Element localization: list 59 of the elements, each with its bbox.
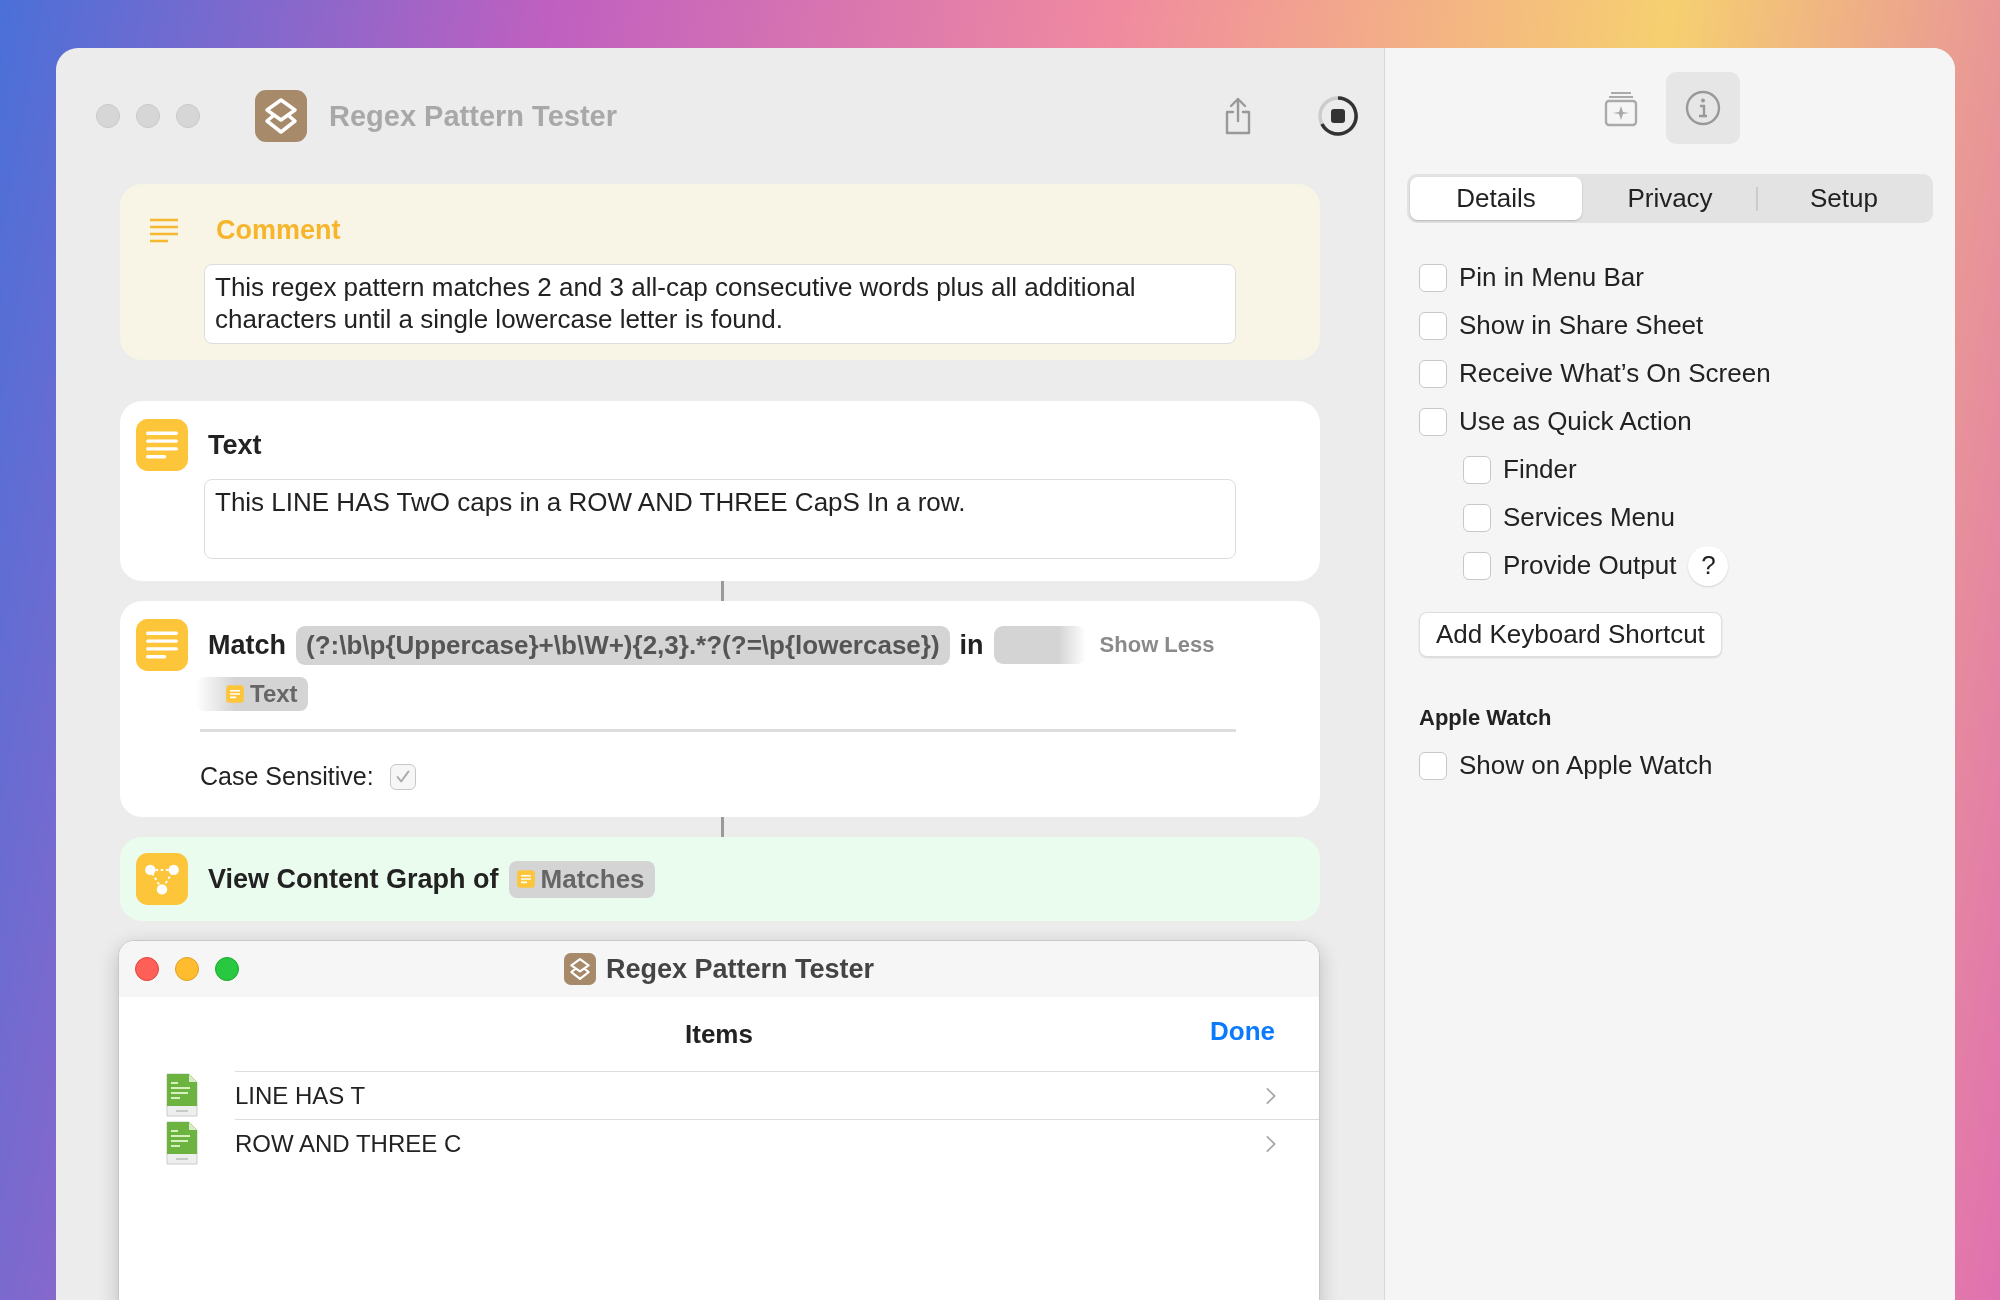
list-item[interactable]: ROW AND THREE C (119, 1119, 1319, 1167)
close-button[interactable] (135, 957, 159, 981)
checkbox-label: Use as Quick Action (1459, 406, 1692, 437)
tab[interactable]: Details (1410, 177, 1582, 220)
item-label: ROW AND THREE C (235, 1129, 463, 1158)
checkbox-label: Show on Apple Watch (1459, 750, 1713, 781)
text-variable-icon (224, 683, 246, 705)
done-button[interactable]: Done (1204, 1015, 1281, 1048)
zoom-button[interactable] (215, 957, 239, 981)
checkbox[interactable] (1463, 455, 1491, 484)
option-label: Case Sensitive: (200, 762, 374, 791)
text-action-icon (136, 419, 188, 471)
action-title: Comment (216, 214, 341, 246)
checkbox[interactable] (1419, 263, 1447, 292)
action-title: Match (208, 629, 286, 661)
checkbox-label: Services Menu (1503, 502, 1675, 533)
tab[interactable]: Setup (1758, 177, 1930, 220)
action-title: Text (208, 429, 262, 461)
tab[interactable]: Privacy (1584, 177, 1756, 220)
checkbox[interactable] (1463, 551, 1491, 580)
checkbox-label: Provide Output (1503, 550, 1677, 581)
info-button[interactable] (1665, 72, 1740, 144)
checkbox[interactable] (1419, 751, 1447, 780)
text-document-icon (165, 1121, 199, 1165)
empty-token[interactable] (993, 626, 1086, 664)
text-variable-token[interactable]: Text (196, 677, 308, 711)
matches-variable-token[interactable]: Matches (508, 860, 655, 898)
pattern-token[interactable]: (?:\b\p{Uppercase}+\b\W+){2,3}.*?(?=\p{lowercase}) (296, 625, 950, 665)
checkbox-label: Pin in Menu Bar (1459, 262, 1644, 293)
checkbox-label: Receive What’s On Screen (1459, 358, 1771, 389)
list-item[interactable]: LINE HAS T (119, 1071, 1319, 1119)
checkbox-label: Finder (1503, 454, 1577, 485)
graph-action-icon (136, 853, 188, 905)
window-title: Regex Pattern Tester (329, 99, 618, 133)
item-label: LINE HAS T (235, 1081, 367, 1110)
app-icon (255, 90, 307, 142)
checkbox[interactable] (389, 763, 416, 790)
help-button[interactable]: ? (1688, 545, 1729, 586)
minimize-button[interactable] (175, 957, 199, 981)
section-heading: Apple Watch (1419, 705, 1552, 731)
text-document-icon (165, 1073, 199, 1117)
zoom-button[interactable] (176, 104, 200, 128)
match-action-icon (136, 619, 188, 671)
checkbox[interactable] (1419, 359, 1447, 388)
app-icon (563, 953, 596, 985)
stop-icon[interactable] (1316, 94, 1360, 138)
checkbox[interactable] (1419, 311, 1447, 340)
sheet-title: Regex Pattern Tester (605, 953, 875, 985)
checkbox[interactable] (1419, 407, 1447, 436)
checkbox[interactable] (1463, 503, 1491, 532)
minimize-button[interactable] (136, 104, 160, 128)
add-keyboard-shortcut-button[interactable]: Add Keyboard Shortcut (1419, 612, 1722, 657)
checkbox-label: Show in Share Sheet (1459, 310, 1704, 341)
action-label: in (959, 629, 984, 661)
text-variable-icon (514, 868, 537, 890)
text-field[interactable]: This LINE HAS TwO caps in a ROW AND THREE CapS In a row. (204, 479, 1236, 559)
list-heading: Items (685, 1018, 753, 1050)
comment-field[interactable]: This regex pattern matches 2 and 3 all-cap consecutive words plus all additional characters until a single lowercase letter is found. (204, 264, 1236, 344)
action-title: View Content Graph of (208, 863, 499, 895)
